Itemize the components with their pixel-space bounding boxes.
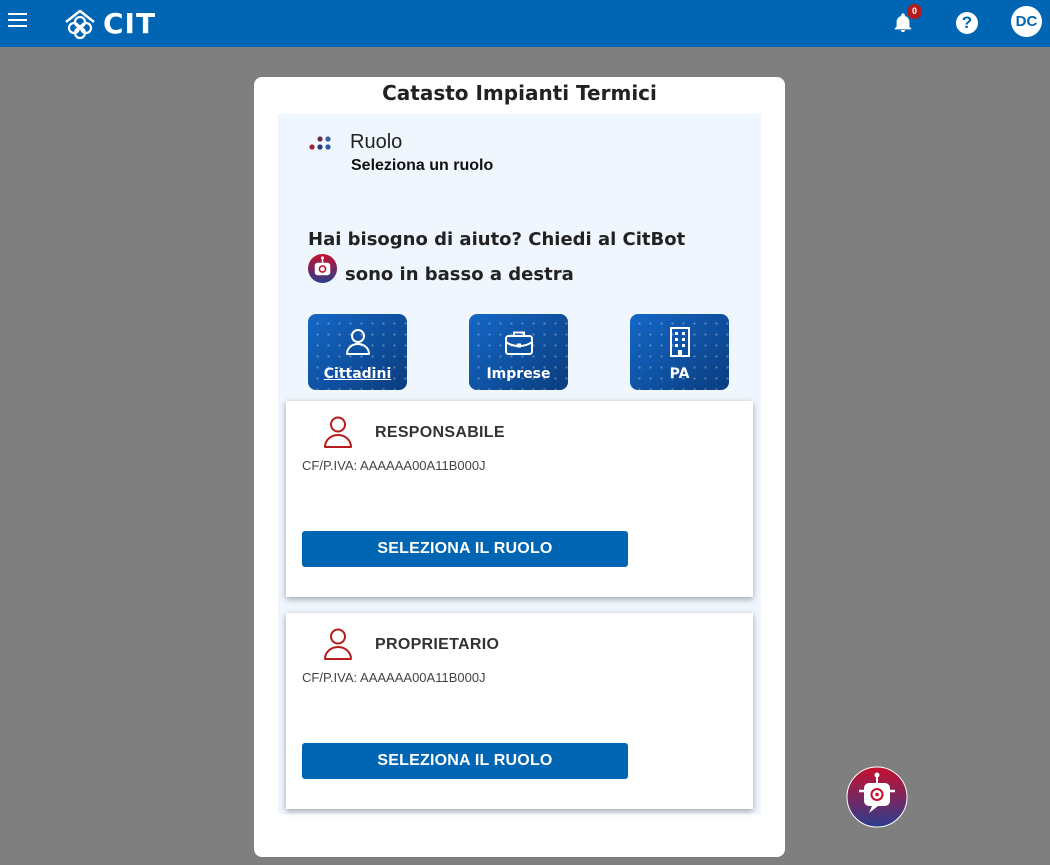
role-card-proprietario: PROPRIETARIO CF/P.IVA: AAAAAA00A11B000J … [286, 613, 753, 809]
citbot-icon [307, 253, 338, 284]
person-icon [346, 329, 370, 355]
role-card-responsabile: RESPONSABILE CF/P.IVA: AAAAAA00A11B000J … [286, 401, 753, 597]
role-name: RESPONSABILE [375, 424, 505, 441]
menu-icon[interactable] [8, 13, 28, 33]
app-logo[interactable]: CIT [62, 7, 156, 40]
citbot-chat-button[interactable] [846, 766, 908, 828]
user-avatar[interactable]: DC [1011, 6, 1042, 37]
role-selection-panel: Catasto Impianti Termici Ruolo Seleziona… [254, 77, 785, 857]
role-cf: CF/P.IVA: AAAAAA00A11B000J [302, 670, 486, 685]
role-name: PROPRIETARIO [375, 636, 500, 653]
category-label: Imprese [486, 366, 551, 382]
category-imprese[interactable]: Imprese [469, 314, 568, 390]
help-text: Hai bisogno di aiuto? Chiedi al CitBot [308, 229, 686, 250]
category-pa[interactable]: PA [630, 314, 729, 390]
person-icon [324, 628, 352, 660]
top-bar: CIT 0 ? DC [0, 0, 1050, 47]
select-role-button[interactable]: SELEZIONA IL RUOLO [302, 531, 628, 567]
help-text-secondary: sono in basso a destra [345, 264, 574, 285]
ruolo-title: Ruolo [350, 131, 403, 153]
briefcase-icon [505, 331, 533, 355]
notification-badge: 0 [907, 4, 922, 19]
dots-icon [309, 136, 331, 150]
help-button[interactable]: ? [956, 12, 978, 34]
page-title: Catasto Impianti Termici [382, 81, 657, 105]
role-cf: CF/P.IVA: AAAAAA00A11B000J [302, 458, 486, 473]
building-icon [670, 327, 690, 357]
select-role-button[interactable]: SELEZIONA IL RUOLO [302, 743, 628, 779]
category-label: Cittadini [323, 366, 392, 382]
category-cittadini[interactable]: Cittadini [308, 314, 407, 390]
cit-logo-icon [65, 9, 95, 39]
category-label: PA [669, 366, 690, 382]
ruolo-subtitle: Seleziona un ruolo [351, 157, 494, 174]
person-icon [324, 416, 352, 448]
logo-text: CIT [103, 7, 157, 40]
